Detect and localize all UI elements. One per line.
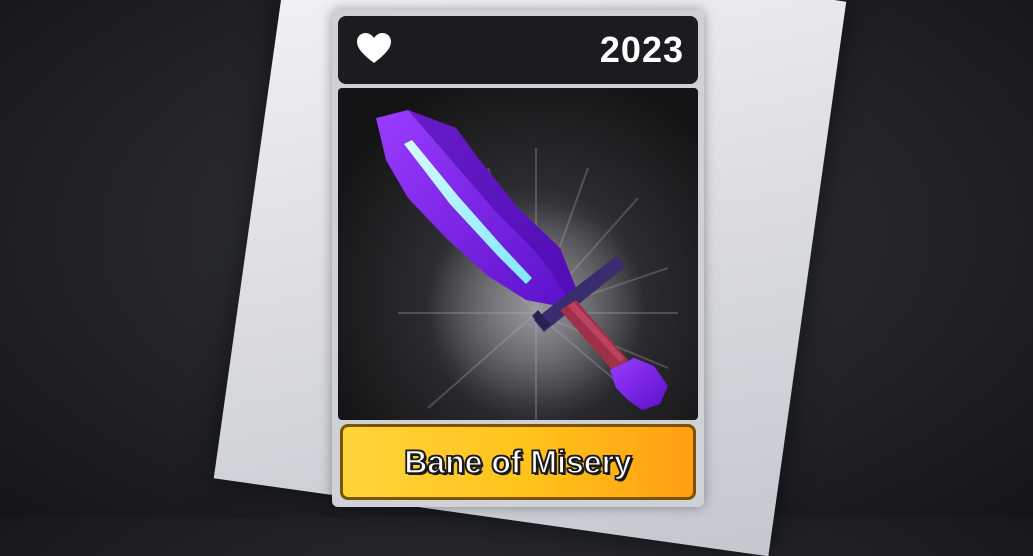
item-name-plate: Bane of Misery — [340, 424, 696, 500]
item-image — [338, 88, 698, 420]
year-label: 2023 — [599, 29, 684, 70]
heart-icon[interactable] — [356, 32, 392, 68]
card-header: 2023 — [338, 16, 698, 84]
sword-image — [376, 110, 678, 420]
item-card[interactable]: 2023 Bane of Misery — [332, 10, 704, 507]
item-name: Bane of Misery — [403, 443, 632, 481]
